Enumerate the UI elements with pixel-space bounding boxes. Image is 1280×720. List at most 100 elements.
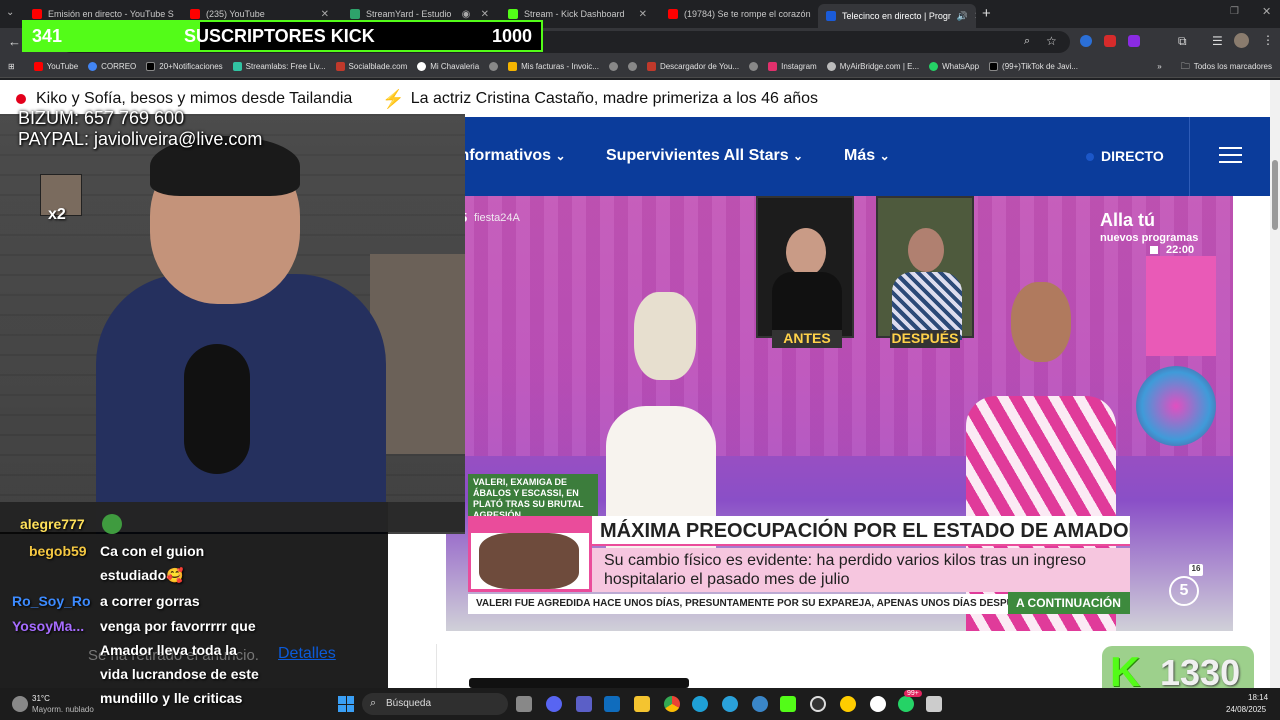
new-tab-button[interactable]: + (982, 5, 991, 22)
promo-square-icon (1150, 246, 1158, 254)
hamburger-menu-icon[interactable] (1219, 147, 1242, 165)
back-arrow-icon[interactable]: ← (8, 34, 21, 49)
ad-details-link[interactable]: Detalles (278, 645, 336, 663)
file-explorer-icon[interactable] (634, 696, 650, 712)
extension-icon[interactable] (1080, 35, 1092, 47)
task-view-icon[interactable] (516, 696, 532, 712)
bookmark-instagram[interactable]: Instagram (763, 62, 822, 71)
snipping-tool-icon[interactable] (926, 696, 942, 712)
reading-list-icon[interactable]: ☰ (1212, 34, 1223, 48)
socialblade-icon (335, 62, 345, 71)
bookmark-globe[interactable] (623, 62, 642, 71)
globe-icon (489, 62, 499, 71)
tab-label: StreamYard - Estudio (366, 9, 452, 19)
after-photo (876, 196, 974, 340)
search-icon: ⌕ (370, 697, 377, 709)
nav-informativos[interactable]: Informativos ⌄ (455, 147, 566, 165)
bookmark-myairbridge[interactable]: MyAirBridge.com | E... (822, 62, 924, 71)
bookmark-downloader[interactable]: Descargador de You... (642, 62, 744, 71)
close-tab-icon[interactable]: ✕ (639, 9, 647, 20)
chat-message: Amador lleva toda la (100, 642, 237, 658)
bookmark-youtube[interactable]: YouTube (29, 62, 83, 71)
weather-cloud-icon[interactable] (12, 696, 28, 712)
clock-date[interactable]: 24/08/2025 (1226, 705, 1266, 714)
instagram-icon (768, 62, 778, 71)
more-bookmarks-button[interactable]: » (1152, 62, 1166, 71)
app-icon[interactable] (870, 696, 886, 712)
bookmark-streamlabs[interactable]: Streamlabs: Free Liv... (228, 62, 331, 71)
audio-playing-icon[interactable]: 🔊 (957, 11, 968, 22)
bookmark-correo[interactable]: CORREO (83, 62, 141, 71)
headline: MÁXIMA PREOCUPACIÓN POR EL ESTADO DE AMA… (592, 516, 1130, 546)
bookmark-tiktok[interactable]: (99+)TikTok de Javi... (984, 62, 1083, 71)
profile-avatar[interactable] (1234, 33, 1249, 48)
kick-app-icon[interactable] (780, 696, 796, 712)
close-tab-icon[interactable]: ✕ (321, 9, 329, 20)
bookmark-star-icon[interactable]: ☆ (1046, 34, 1057, 48)
browser-menu-icon[interactable]: ⋮ (1262, 33, 1274, 47)
ticker-item[interactable]: La actriz Cristina Castaño, madre primer… (411, 90, 818, 108)
channel-watermark: 5 (1169, 576, 1199, 606)
bookmark-globe[interactable] (484, 62, 503, 71)
app-icon[interactable] (840, 696, 856, 712)
extension-icon[interactable] (1104, 35, 1116, 47)
bookmark-label: 20+Notificaciones (159, 62, 223, 71)
close-window-icon[interactable]: ✕ (1262, 5, 1271, 18)
side-caption: VALERI, EXAMIGA DE ÁBALOS Y ESCASSI, EN … (468, 474, 598, 522)
subline-2: hospitalario el pasado mes de julio (604, 571, 850, 588)
outlook-icon[interactable] (604, 696, 620, 712)
bookmark-label: Streamlabs: Free Liv... (245, 62, 326, 71)
subline-box: Su cambio físico es evidente: ha perdido… (592, 548, 1130, 592)
windows-start-icon[interactable] (338, 696, 354, 712)
obs-icon[interactable] (810, 696, 826, 712)
all-bookmarks-button[interactable]: 🗀 Todos los marcadores (1167, 59, 1280, 75)
clock-time[interactable]: 18:14 (1248, 693, 1268, 702)
chrome-icon[interactable] (664, 696, 680, 712)
scrollbar-thumb[interactable] (1272, 160, 1278, 230)
nav-supervivientes[interactable]: Supervivientes All Stars ⌄ (606, 147, 803, 165)
bookmark-chavaleria[interactable]: Mi Chavaleria (412, 62, 484, 71)
whatsapp-taskbar-icon[interactable] (898, 696, 914, 712)
edge-icon[interactable] (692, 696, 708, 712)
streamyard-icon (350, 9, 360, 19)
chat-username: Ro_Soy_Ro (12, 593, 91, 609)
webcam-feed: x2 (0, 114, 465, 534)
telegram-icon[interactable] (722, 696, 738, 712)
tab-label: Emisión en directo - YouTube S (48, 9, 174, 19)
restore-window-icon[interactable]: ❐ (1230, 6, 1239, 17)
bookmark-socialblade[interactable]: Socialblade.com (331, 62, 413, 71)
weather-temp[interactable]: 31°C (32, 694, 50, 703)
bookmark-label: Mi Chavaleria (430, 62, 480, 71)
chat-message: Ca con el guion (100, 543, 205, 559)
network-icon[interactable] (752, 696, 768, 712)
apps-grid-icon[interactable]: ⊞ (0, 62, 29, 71)
guest-head (634, 292, 696, 380)
before-label: ANTES (772, 330, 842, 348)
all-bookmarks-label: Todos los marcadores (1193, 62, 1272, 71)
nav-directo[interactable]: DIRECTO (1101, 148, 1164, 164)
mail-icon (88, 62, 98, 71)
close-tab-icon[interactable]: ✕ (481, 9, 489, 20)
close-tab-icon[interactable]: ✕ (974, 11, 976, 22)
teams-icon[interactable] (576, 696, 592, 712)
weather-desc[interactable]: Mayorm. nublado (32, 705, 94, 714)
subline-1: Su cambio físico es evidente: ha perdido… (604, 552, 1087, 569)
bookmark-globe[interactable] (604, 62, 623, 71)
video-player[interactable]: ANTES DESPUÉS 5 fiesta24A Alla tú nuevos… (446, 196, 1233, 631)
bookmark-globe[interactable] (744, 62, 763, 71)
extensions-puzzle-icon[interactable]: ⧉ (1178, 34, 1187, 49)
tab-telecinco[interactable]: Telecinco en directo | Progr 🔊 ✕ (818, 4, 976, 28)
nav-mas[interactable]: Más ⌄ (844, 147, 890, 165)
tab-search-icon[interactable]: ⌄ (6, 7, 14, 18)
bookmark-label: MyAirBridge.com | E... (839, 62, 920, 71)
ticker-item[interactable]: Kiko y Sofía, besos y mimos desde Tailan… (36, 90, 352, 108)
tab-youtube-video[interactable]: (19784) Se te rompe el corazón ✕ (660, 4, 815, 24)
extension-icon[interactable] (1128, 35, 1140, 47)
bookmark-facturas[interactable]: Mis facturas - Invoic... (503, 62, 604, 71)
zoom-icon[interactable]: ⌕ (1024, 35, 1030, 48)
bookmark-x-notifications[interactable]: 20+Notificaciones (141, 62, 227, 71)
taskbar-search-box[interactable]: ⌕ Búsqueda (362, 693, 508, 715)
chat-message: venga por favorrrrr que (100, 618, 256, 634)
discord-icon[interactable] (546, 696, 562, 712)
bookmark-whatsapp[interactable]: WhatsApp (924, 62, 984, 71)
